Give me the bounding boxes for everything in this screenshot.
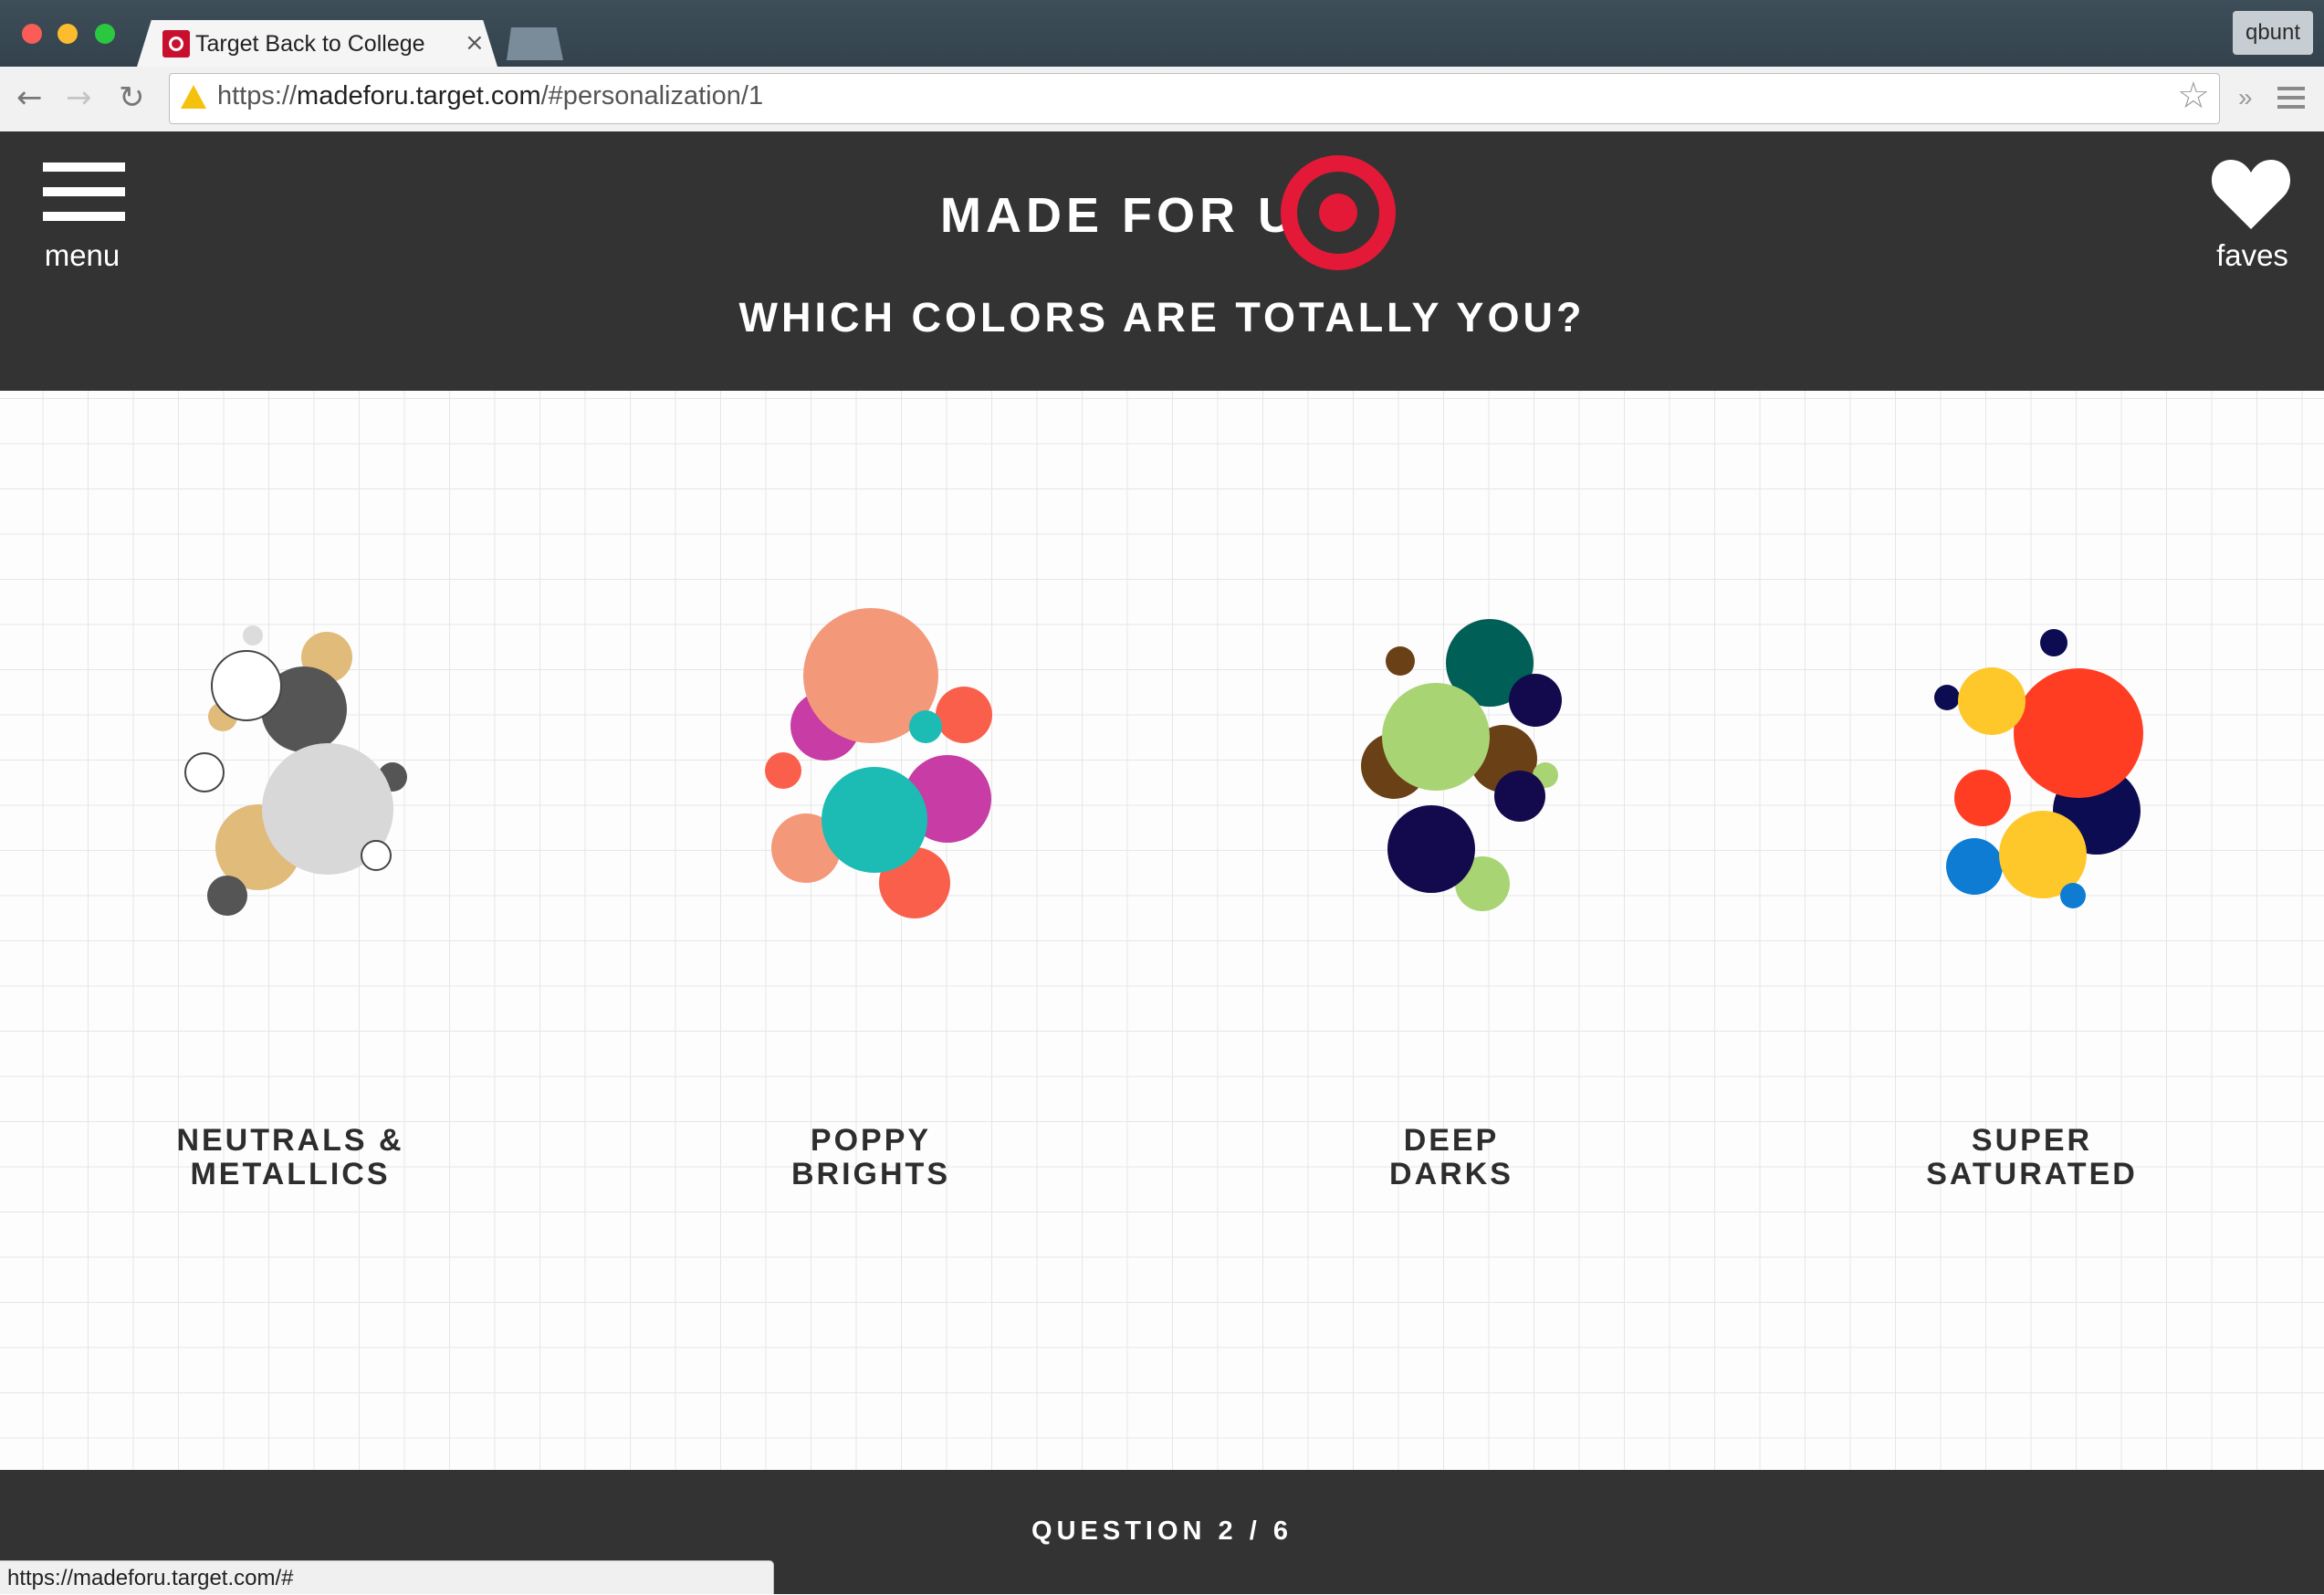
option-neutrals-metallics[interactable]: NEUTRALS & METALLICS (0, 391, 581, 1470)
back-arrow-icon[interactable]: ← (16, 79, 43, 116)
option-poppy-brights[interactable]: POPPY BRIGHTS (581, 391, 1161, 1470)
neutrals-metallics-bubbles (184, 625, 407, 916)
window-close-button[interactable] (22, 24, 42, 44)
color-options-area: NEUTRALS & METALLICS POPPY BRIGHTS DEEP … (0, 391, 2324, 1470)
tab-title: Target Back to College (195, 31, 425, 57)
url-host: madeforu.target.com (297, 81, 541, 110)
brand-title: MADE FOR U (940, 188, 1298, 243)
faves-label[interactable]: faves (2200, 238, 2305, 273)
target-bullseye-logo (1281, 155, 1396, 270)
target-favicon-icon (162, 30, 190, 58)
question-heading: WHICH COLORS ARE TOTALLY YOU? (738, 294, 1586, 341)
option-label: DEEP DARKS (1389, 1123, 1513, 1191)
poppy-brights-bubbles (765, 608, 992, 918)
extensions-overflow-icon[interactable]: » (2238, 83, 2253, 112)
window-minimize-button[interactable] (58, 24, 78, 44)
security-warning-icon[interactable] (181, 85, 206, 109)
forward-arrow-icon[interactable]: → (66, 79, 92, 116)
url-scheme: https:// (217, 81, 298, 110)
bookmark-star-icon[interactable]: ☆ (2177, 75, 2210, 117)
browser-menu-icon[interactable] (2277, 87, 2305, 109)
heart-icon[interactable] (2211, 158, 2291, 231)
browser-status-bar: https://madeforu.target.com/# (0, 1560, 774, 1594)
address-url[interactable]: https://madeforu.target.com/#personaliza… (217, 81, 763, 111)
tab-close-icon[interactable]: × (465, 29, 485, 57)
new-tab-button[interactable] (507, 27, 563, 60)
url-path: /#personalization/1 (540, 81, 764, 110)
option-label: NEUTRALS & METALLICS (176, 1123, 404, 1191)
reload-icon[interactable]: ↻ (119, 79, 145, 116)
site-header (0, 131, 2324, 391)
option-label: SUPER SATURATED (1926, 1123, 2138, 1191)
option-super-saturated[interactable]: SUPER SATURATED (1742, 391, 2322, 1470)
window-maximize-button[interactable] (95, 24, 115, 44)
menu-label[interactable]: menu (37, 238, 128, 273)
hamburger-menu-icon[interactable] (43, 163, 125, 221)
profile-button[interactable]: qbunt (2233, 11, 2313, 55)
option-label: POPPY BRIGHTS (791, 1123, 950, 1191)
super-saturated-bubbles (1934, 629, 2143, 908)
question-progress: QUESTION 2 / 6 (1031, 1516, 1293, 1546)
deep-darks-bubbles (1361, 619, 1562, 911)
option-deep-darks[interactable]: DEEP DARKS (1161, 391, 1742, 1470)
